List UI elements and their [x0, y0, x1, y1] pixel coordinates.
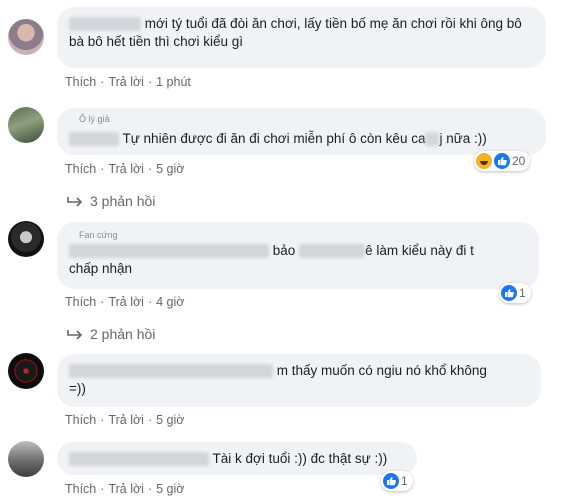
comment-bubble: Tài k đợi tuổi :)) đc thật sự :)) [57, 442, 417, 475]
reaction-summary[interactable]: 1 [381, 471, 413, 491]
like-link[interactable]: Thích [65, 482, 96, 496]
like-reaction-icon [383, 473, 399, 489]
comment-actions: Thích · Trả lời · 5 giờ [65, 482, 185, 496]
redacted-name[interactable] [69, 452, 209, 467]
like-reaction-icon [501, 285, 517, 301]
like-link[interactable]: Thích [65, 162, 96, 176]
view-replies-link[interactable]: 2 phản hồi [66, 326, 155, 342]
comment-bubble: m thấy muốn có ngiu nó khổ không =)) [57, 354, 541, 407]
redacted-word [299, 244, 366, 259]
commenter-avatar[interactable] [8, 441, 44, 477]
commenter-avatar[interactable] [8, 19, 44, 55]
like-link[interactable]: Thích [65, 75, 96, 89]
comment-text-continued: j nữa :)) [439, 131, 487, 146]
replies-count[interactable]: 3 phản hồi [90, 193, 155, 209]
reaction-summary[interactable]: 1 [499, 283, 531, 303]
timestamp[interactable]: 5 giờ [156, 413, 184, 427]
like-reaction-icon [494, 153, 510, 169]
comment-actions: Thích · Trả lời · 1 phút [65, 75, 191, 89]
comment-actions: Thích · Trả lời · 4 giờ [65, 295, 185, 309]
comment-text: Tài k đợi tuổi :)) đc thật sự :)) [212, 451, 388, 466]
reply-link[interactable]: Trả lời [108, 75, 144, 89]
reaction-summary[interactable]: 20 [474, 151, 531, 171]
redacted-name[interactable] [69, 132, 119, 147]
comment-actions: Thích · Trả lời · 5 giờ [65, 162, 185, 176]
commenter-avatar[interactable] [8, 353, 44, 389]
comment-text: Tự nhiên được đi ăn đi chơi miễn phí ô c… [122, 131, 426, 146]
commenter-avatar[interactable] [8, 221, 44, 257]
reaction-count: 1 [519, 286, 526, 300]
timestamp[interactable]: 4 giờ [156, 295, 184, 309]
reaction-count: 1 [401, 474, 408, 488]
reply-link[interactable]: Trả lời [108, 482, 144, 496]
comment-text-line2: =)) [69, 381, 86, 396]
timestamp[interactable]: 1 phút [156, 75, 191, 89]
view-replies-link[interactable]: 3 phản hồi [66, 193, 155, 209]
comment-text-continued: ê làm kiểu này đi t [365, 243, 474, 258]
like-link[interactable]: Thích [65, 295, 96, 309]
comment-text-line2: chấp nhận [69, 261, 133, 276]
commenter-avatar[interactable] [8, 107, 44, 143]
timestamp[interactable]: 5 giờ [156, 162, 184, 176]
replies-count[interactable]: 2 phản hồi [90, 326, 155, 342]
reply-link[interactable]: Trả lời [108, 413, 144, 427]
reply-link[interactable]: Trả lời [108, 162, 144, 176]
comment-actions: Thích · Trả lời · 5 giờ [65, 413, 185, 427]
comment-text: bảo [272, 243, 296, 258]
redacted-word [425, 132, 440, 147]
comment-bubble: Ô lý giả Tự nhiên được đi ăn đi chơi miễ… [57, 108, 546, 155]
reply-link[interactable]: Trả lời [108, 295, 144, 309]
comment-bubble: Fan cứng bảo ê làm kiểu này đi t chấp nh… [57, 222, 539, 289]
timestamp[interactable]: 5 giờ [156, 482, 184, 496]
contributor-badge: Fan cứng [79, 230, 118, 240]
reply-arrow-icon [67, 330, 83, 340]
like-link[interactable]: Thích [65, 413, 96, 427]
reaction-count: 20 [512, 154, 526, 168]
comment-bubble: mới tý tuổi đã đòi ăn chơi, lấy tiền bố … [57, 7, 546, 68]
redacted-name[interactable] [69, 364, 273, 379]
haha-reaction-icon [476, 153, 492, 169]
comment-text: m thấy muốn có ngiu nó khổ không [276, 363, 487, 378]
reply-arrow-icon [67, 197, 83, 207]
contributor-badge: Ô lý giả [79, 114, 110, 124]
redacted-name[interactable] [69, 244, 269, 259]
redacted-name[interactable] [69, 17, 141, 32]
